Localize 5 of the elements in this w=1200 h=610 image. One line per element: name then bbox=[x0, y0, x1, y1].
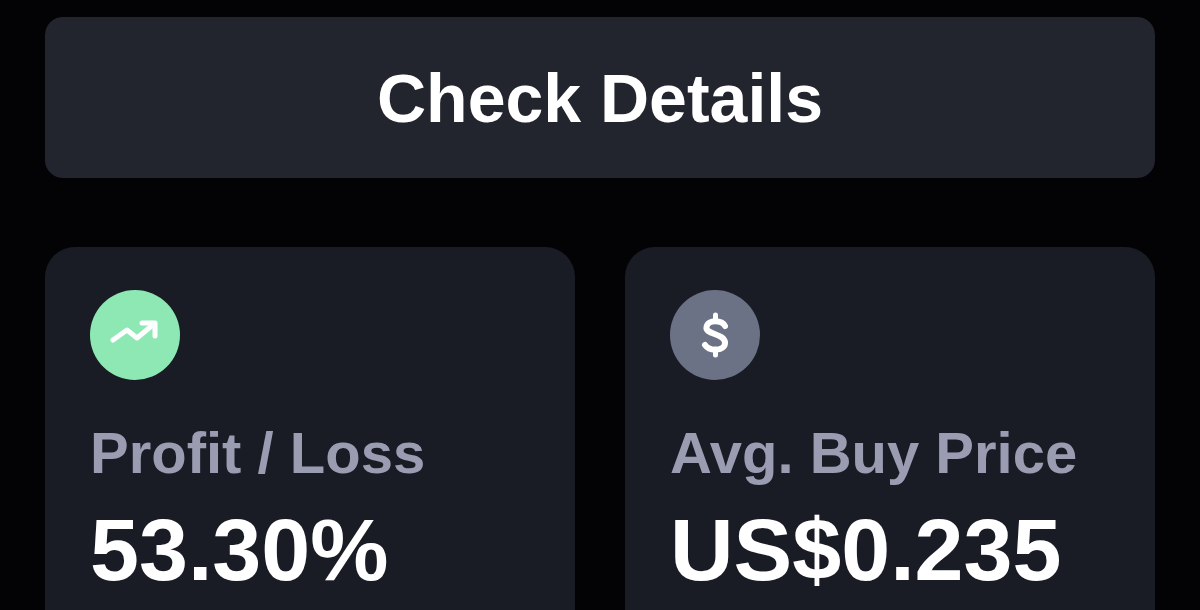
stat-value: US$0.235 bbox=[670, 501, 1062, 598]
stat-value: 53.30% bbox=[90, 501, 389, 598]
stat-label: Profit / Loss bbox=[90, 419, 426, 487]
check-details-button[interactable]: Check Details bbox=[45, 17, 1155, 178]
stat-label: Avg. Buy Price bbox=[670, 419, 1078, 487]
